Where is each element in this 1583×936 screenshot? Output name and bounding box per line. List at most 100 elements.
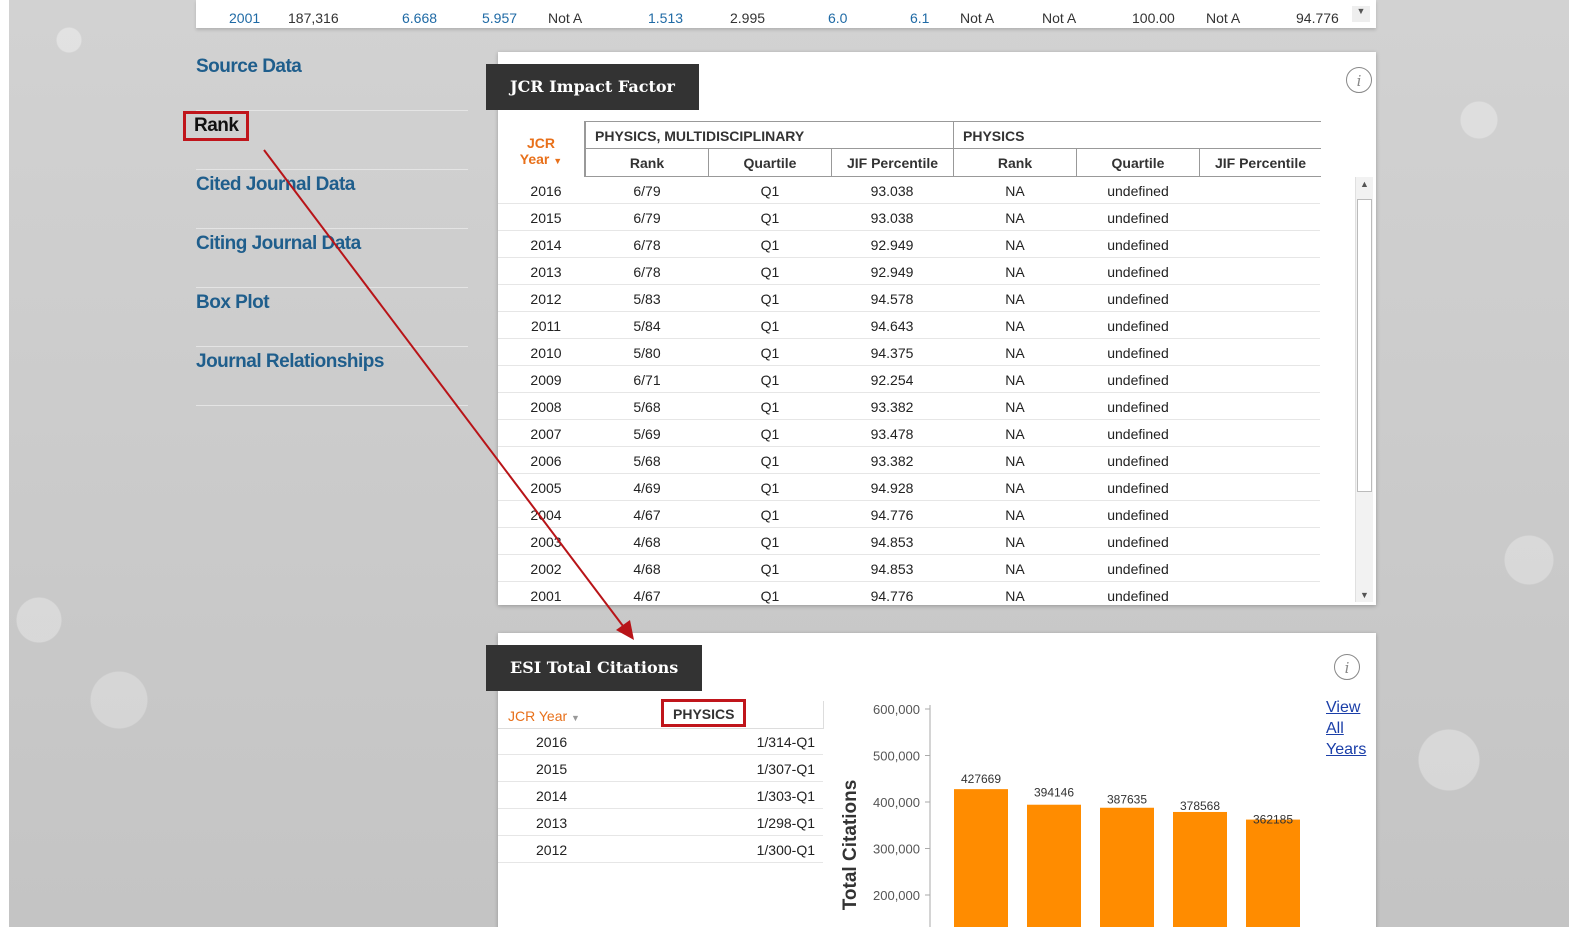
table-row: 2016 6/79 Q1 93.038 NA undefined [498,177,1320,204]
sub-header-quartile: Quartile [708,148,832,177]
table-cell: NA [1005,453,1025,469]
top-row-cell: Not A [548,10,583,26]
table-cell: Q1 [760,318,780,334]
nav-item-box-plot[interactable]: Box Plot [196,288,468,347]
table-cell: 6/79 [633,183,661,199]
table-cell: 94.776 [870,507,914,523]
scroll-down-arrow-icon[interactable]: ▼ [1360,590,1369,600]
table-cell: undefined [1107,264,1169,280]
bar[interactable] [1173,811,1227,927]
table-cell: Q1 [760,210,780,226]
table-row: 2002 4/68 Q1 94.853 NA undefined [498,555,1320,582]
table-cell: Q1 [760,588,780,604]
scroll-down-arrow-icon[interactable]: ▼ [1352,6,1370,22]
table-cell: NA [1005,291,1025,307]
table-cell: 93.382 [870,399,914,415]
table-cell: 92.949 [870,237,914,253]
panel-title: JCR Impact Factor [486,64,699,110]
nav-item-label: Cited Journal Data [196,174,355,195]
table-cell: 6/71 [633,372,661,388]
top-row-cell: Not A [960,10,995,26]
table-row: 2013 6/78 Q1 92.949 NA undefined [498,258,1320,285]
top-row-cell: 100.00 [1132,10,1175,26]
table-cell: undefined [1107,588,1169,604]
table-cell: undefined [1107,318,1169,334]
table-cell: NA [1005,318,1025,334]
info-icon[interactable]: i [1334,654,1360,680]
table-row: 2008 5/68 Q1 93.382 NA undefined [498,393,1320,420]
table-cell: Q1 [760,453,780,469]
bar-value-label: 427669 [961,772,1001,786]
table-row: 2009 6/71 Q1 92.254 NA undefined [498,366,1320,393]
table-row: 2003 4/68 Q1 94.853 NA undefined [498,528,1320,555]
top-row-cell: 187,316 [288,10,339,26]
table-cell: 4/68 [633,534,661,550]
table-cell: 5/80 [633,345,661,361]
nav-item-label: Rank [183,111,250,141]
sub-header-quartile: Quartile [1076,148,1200,177]
jcr-year-header[interactable]: JCR Year ▼ [498,121,585,177]
top-row-cell: 6.668 [402,10,438,26]
view-all-years-link[interactable]: View All Years [1326,697,1366,760]
nav-item-citing-journal-data[interactable]: Citing Journal Data [196,229,468,288]
esi-rank-table: JCR Year ▼ PHYSICS 2016 1/314-Q1 2015 1/307… [498,699,824,931]
rank-cell: 1/300-Q1 [756,842,815,858]
table-cell: NA [1005,345,1025,361]
y-tick-label: 300,000 [873,842,920,857]
table-cell: 93.382 [870,453,914,469]
esi-header-row: JCR Year ▼ PHYSICS [498,699,824,729]
table-cell: 5/83 [633,291,661,307]
sub-header-rank: Rank [953,148,1077,177]
table-row: 2012 5/83 Q1 94.578 NA undefined [498,285,1320,312]
table-cell: Q1 [760,534,780,550]
jcr-year-header[interactable]: JCR Year ▼ [508,708,580,724]
table-cell: NA [1005,507,1025,523]
top-row-cell: 2001 [229,10,261,26]
top-row-cell: 94.776 [1296,10,1339,26]
bar-value-label: 362185 [1253,813,1293,827]
table-cell: 92.949 [870,264,914,280]
table-row: 2015 1/307-Q1 [498,755,823,782]
top-row-cell: 6.0 [828,10,848,26]
link-line: View [1326,699,1361,716]
table-cell: Q1 [760,426,780,442]
bar[interactable] [1246,819,1300,927]
scroll-up-arrow-icon[interactable]: ▲ [1360,179,1369,189]
year-cell: 2015 [536,761,568,777]
bottom-margin [0,927,1583,936]
table-cell: 93.038 [870,210,914,226]
nav-item-journal-relationships[interactable]: Journal Relationships [196,347,468,406]
table-row: 2007 5/69 Q1 93.478 NA undefined [498,420,1320,447]
table-cell: Q1 [760,507,780,523]
rank-cell: 1/298-Q1 [756,815,815,831]
table-cell: 6/78 [633,237,661,253]
table-cell: NA [1005,210,1025,226]
jcr-impact-factor-panel: JCR Impact Factor i JCR Year ▼ PHYSICS, … [486,52,1376,605]
table-cell: NA [1005,588,1025,604]
table-row: 2011 5/84 Q1 94.643 NA undefined [498,312,1320,339]
bar[interactable] [1100,807,1154,927]
table-row: 2013 1/298-Q1 [498,809,823,836]
table-cell: undefined [1107,183,1169,199]
top-row-cell: 6.1 [910,10,930,26]
bar-value-label: 378568 [1180,799,1220,813]
info-icon[interactable]: i [1346,67,1372,93]
table-cell: 94.776 [870,588,914,604]
nav-item-source-data[interactable]: Source Data [196,52,468,111]
table-cell: undefined [1107,480,1169,496]
bar[interactable] [1027,804,1081,927]
table-cell: undefined [1107,507,1169,523]
nav-item-cited-journal-data[interactable]: Cited Journal Data [196,170,468,229]
bar[interactable] [954,789,1008,927]
table-scrollbar[interactable]: ▲ ▼ [1355,177,1373,602]
table-cell: 5/84 [633,318,661,334]
top-row-cell: 5.957 [482,10,518,26]
scroll-thumb[interactable] [1357,199,1372,492]
nav-item-label: Journal Relationships [196,351,384,372]
year-cell: 2013 [536,815,568,831]
rank-table: JCR Year ▼ PHYSICS, MULTIDISCIPLINARY PH… [498,121,1321,605]
table-cell: 93.478 [870,426,914,442]
table-cell: 94.578 [870,291,914,307]
nav-item-rank[interactable]: Rank [183,111,468,170]
nav-item-label: Box Plot [196,292,270,313]
